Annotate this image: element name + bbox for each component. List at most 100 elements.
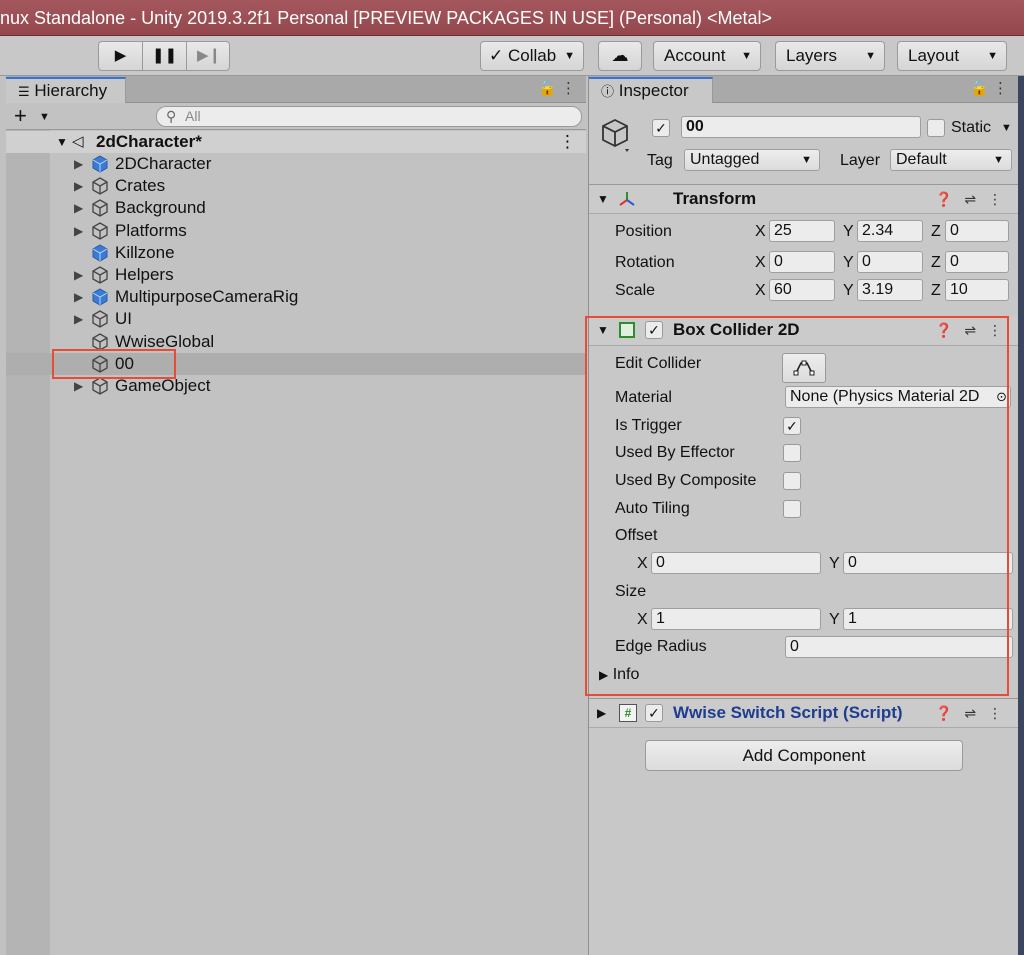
hierarchy-item-label: Background — [115, 198, 206, 218]
panel-menu-icon[interactable]: 🔓 ⋮ — [970, 79, 1008, 97]
search-icon: ⚲ — [166, 108, 177, 124]
gameobject-cube-icon — [602, 118, 629, 152]
rotation-label: Rotation — [615, 254, 675, 271]
hierarchy-item[interactable]: ▶ 2DCharacter — [6, 153, 586, 175]
static-dropdown-icon[interactable]: ▼ — [1001, 117, 1012, 139]
hierarchy-item[interactable]: ▶ MultipurposeCameraRig — [6, 286, 586, 308]
hierarchy-search-input[interactable]: ⚲ All — [156, 106, 582, 127]
scale-label: Scale — [615, 282, 656, 299]
hierarchy-panel: ☰ Hierarchy 🔓 ⋮ + ▼ ⚲ All ▼ ◁ 2dCharacte… — [6, 76, 586, 955]
active-checkbox[interactable]: ✓ — [652, 119, 670, 137]
fold-arrow-icon[interactable]: ▶ — [74, 197, 83, 219]
scale-z-input[interactable]: 10 — [945, 279, 1009, 301]
scale-x-input[interactable]: 60 — [769, 279, 835, 301]
collab-button[interactable]: ✓ Collab ▼ — [480, 41, 584, 71]
hierarchy-item[interactable]: Killzone — [6, 242, 586, 264]
axis-label: Z — [931, 254, 941, 271]
pause-icon[interactable]: ❚❚ — [143, 42, 187, 70]
hierarchy-item-label: UI — [115, 309, 132, 329]
scene-menu-icon[interactable]: ⋮ — [559, 131, 576, 153]
cube-outline-icon — [92, 199, 108, 218]
axis-label: Y — [843, 223, 854, 240]
layers-dropdown[interactable]: Layers ▼ — [775, 41, 885, 71]
toolbar: ▶ ❚❚ ▶❙ ✓ Collab ▼ ☁ Account ▼ Layers ▼ Lay… — [0, 36, 1024, 76]
cube-outline-icon — [92, 266, 108, 284]
cube-outline-icon — [92, 377, 108, 395]
blue-cube-icon — [92, 288, 108, 306]
check-circle-icon: ✓ — [489, 46, 504, 65]
static-label: Static — [951, 119, 992, 136]
chevron-down-icon[interactable]: ▼ — [39, 106, 50, 128]
hierarchy-item-label: Crates — [115, 176, 166, 196]
add-icon[interactable]: + — [14, 104, 27, 128]
hierarchy-item[interactable]: ▶ Background — [6, 197, 586, 219]
component-tools-icon[interactable]: ❓ ⇌ ⋮ — [935, 699, 1006, 727]
object-name-input[interactable]: 00 — [681, 116, 921, 138]
panel-menu-icon[interactable]: 🔓 ⋮ — [538, 79, 576, 97]
component-tools-icon[interactable]: ❓ ⇌ ⋮ — [935, 185, 1006, 213]
fold-arrow-icon[interactable]: ▶ — [74, 175, 83, 197]
cube-outline-icon — [92, 310, 108, 329]
highlight-box — [585, 316, 1009, 696]
axis-label: X — [755, 254, 766, 271]
tag-dropdown[interactable]: Untagged ▼ — [684, 149, 820, 171]
layout-dropdown[interactable]: Layout ▼ — [897, 41, 1007, 71]
script-hash-icon: # — [619, 704, 637, 722]
hierarchy-item[interactable]: ▶ Crates — [6, 175, 586, 197]
blue-cube-icon — [92, 155, 108, 173]
axis-label: Y — [843, 282, 854, 299]
scale-y-input[interactable]: 3.19 — [857, 279, 923, 301]
axis-label: Z — [931, 282, 941, 299]
tab-hierarchy[interactable]: ☰ Hierarchy — [6, 77, 126, 103]
fold-arrow-icon[interactable]: ▶ — [597, 699, 606, 727]
fold-arrow-icon[interactable]: ▶ — [74, 308, 83, 330]
hierarchy-item-label: Killzone — [115, 242, 175, 262]
position-z-input[interactable]: 0 — [945, 220, 1009, 242]
highlight-box — [52, 349, 176, 379]
list-icon: ☰ — [18, 84, 30, 99]
hierarchy-item-label: Platforms — [115, 220, 187, 240]
hierarchy-item[interactable]: ▶ Platforms — [6, 220, 586, 242]
info-icon: ⓘ — [601, 84, 615, 99]
unity-scene-icon: ◁ — [72, 133, 84, 150]
axis-label: X — [755, 223, 766, 240]
fold-arrow-icon[interactable]: ▶ — [74, 153, 83, 175]
fold-arrow-icon[interactable]: ▶ — [74, 286, 83, 308]
script-enabled-checkbox[interactable]: ✓ — [645, 704, 663, 722]
wwise-script-header[interactable]: ▶ # ✓ Wwise Switch Script (Script) ❓ ⇌ ⋮ — [589, 698, 1018, 728]
static-checkbox[interactable] — [927, 119, 945, 137]
inspector-panel: ⓘ Inspector 🔓 ⋮ ✓ 00 Static ▼ Tag Untagg… — [585, 76, 1018, 955]
layer-dropdown[interactable]: Default ▼ — [890, 149, 1012, 171]
fold-arrow-icon[interactable]: ▶ — [74, 264, 83, 286]
rotation-y-input[interactable]: 0 — [857, 251, 923, 273]
axis-label: X — [755, 282, 766, 299]
blue-cube-icon — [92, 244, 108, 262]
cloud-icon[interactable]: ☁ — [598, 41, 642, 71]
axis-label: Y — [843, 254, 854, 271]
hierarchy-item[interactable]: ▶ UI — [6, 308, 586, 330]
cube-outline-icon — [92, 332, 108, 351]
add-component-button[interactable]: Add Component — [645, 740, 963, 771]
fold-arrow-icon[interactable]: ▼ — [56, 131, 68, 153]
play-controls: ▶ ❚❚ ▶❙ — [98, 41, 230, 71]
tab-inspector[interactable]: ⓘ Inspector — [589, 77, 713, 103]
fold-arrow-icon[interactable]: ▶ — [74, 220, 83, 242]
transform-icon — [619, 192, 635, 206]
position-y-input[interactable]: 2.34 — [857, 220, 923, 242]
hierarchy-item-label: Helpers — [115, 265, 174, 284]
account-dropdown[interactable]: Account ▼ — [653, 41, 761, 71]
rotation-x-input[interactable]: 0 — [769, 251, 835, 273]
desktop-edge — [1018, 76, 1024, 955]
hierarchy-item-label: 2DCharacter — [115, 154, 212, 173]
rotation-z-input[interactable]: 0 — [945, 251, 1009, 273]
cube-outline-icon — [92, 221, 108, 240]
position-x-input[interactable]: 25 — [769, 220, 835, 242]
fold-arrow-icon[interactable]: ▼ — [597, 185, 609, 213]
play-icon[interactable]: ▶ — [99, 42, 143, 70]
position-label: Position — [615, 223, 672, 240]
transform-header[interactable]: ▼ Transform ❓ ⇌ ⋮ — [589, 184, 1018, 214]
scene-row[interactable]: ▼ ◁ 2dCharacter* ⋮ — [6, 131, 586, 153]
step-icon[interactable]: ▶❙ — [187, 42, 229, 70]
hierarchy-item[interactable]: ▶ Helpers — [6, 264, 586, 286]
hierarchy-item-label: MultipurposeCameraRig — [115, 287, 299, 307]
